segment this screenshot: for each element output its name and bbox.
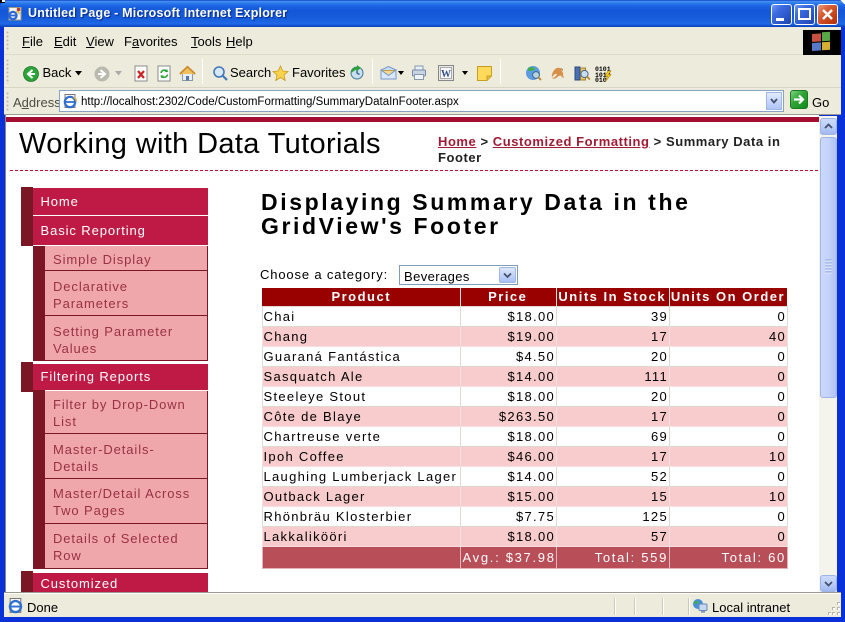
svg-text:010: 010	[595, 77, 607, 82]
svg-text:W: W	[441, 69, 451, 80]
